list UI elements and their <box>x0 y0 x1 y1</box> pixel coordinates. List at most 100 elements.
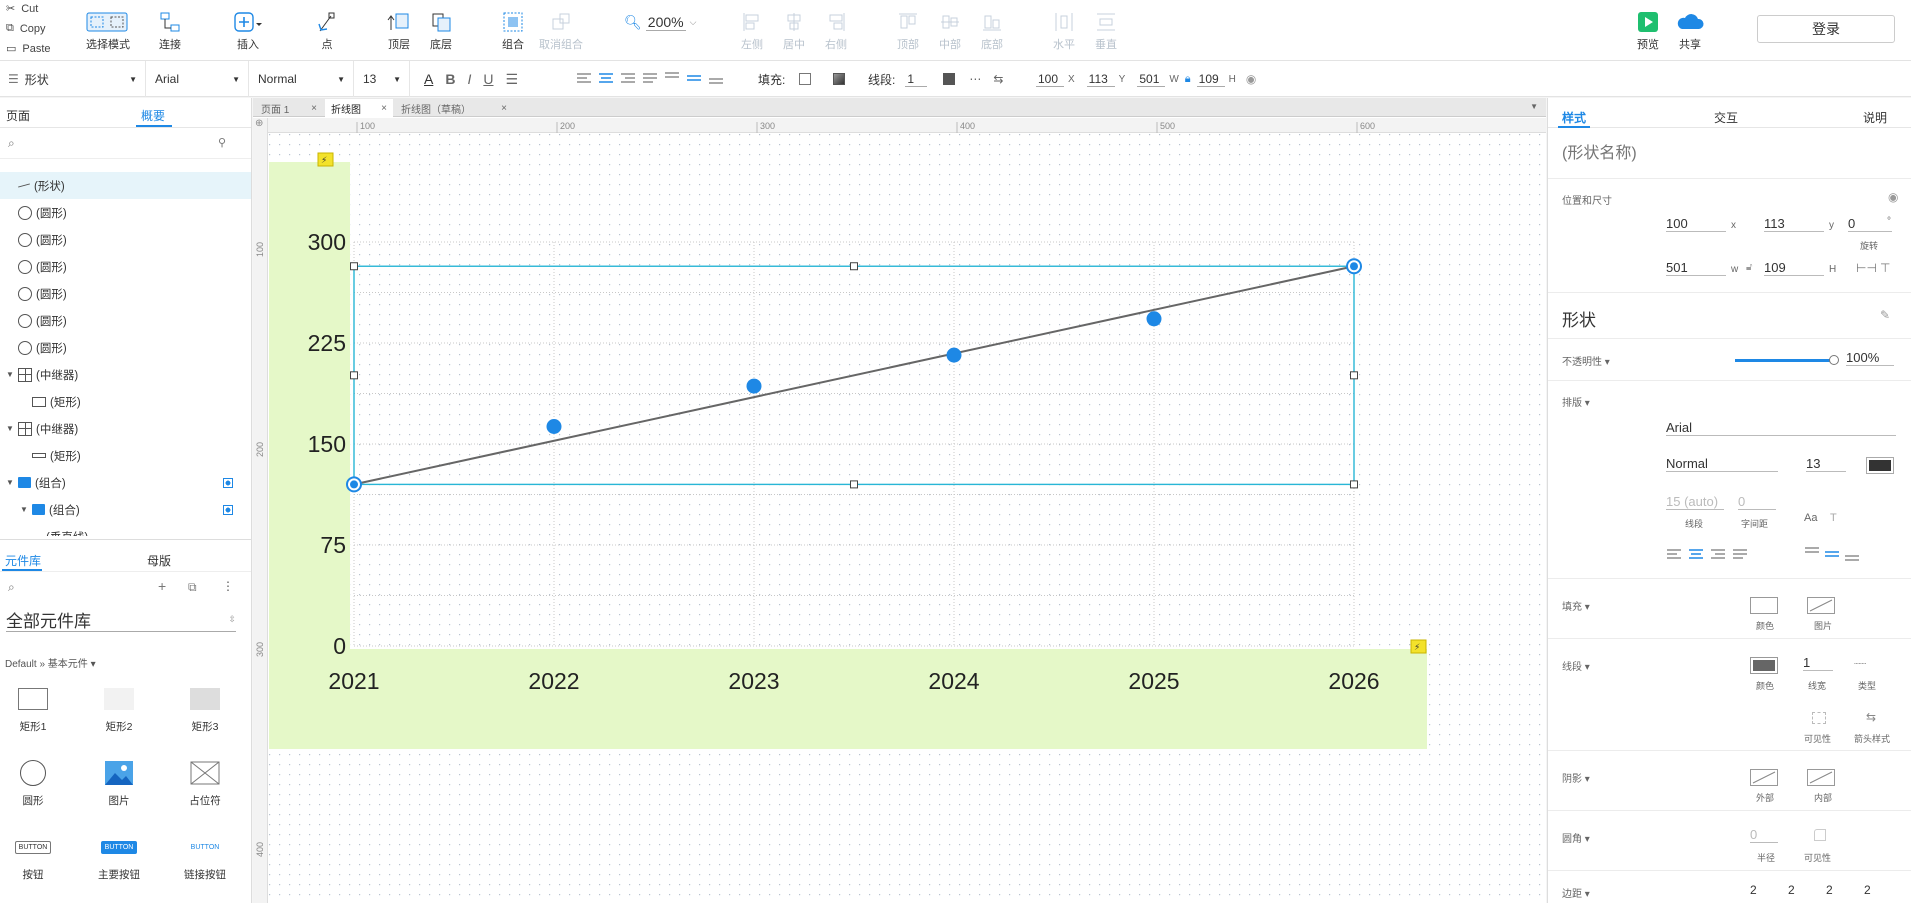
outline-item[interactable]: (圆形) <box>0 307 251 334</box>
valign-top-icon[interactable] <box>664 71 680 88</box>
outline-item[interactable]: (矩形) <box>0 442 251 469</box>
fit-width-icon[interactable]: ⊢⊣ <box>1856 261 1877 275</box>
resize-handle[interactable] <box>350 262 358 271</box>
align-center-text-icon[interactable] <box>1688 548 1704 563</box>
corner-radius-input[interactable]: 0 <box>1750 827 1778 843</box>
eye-icon[interactable]: ◉ <box>1246 72 1256 86</box>
font-color-swatch[interactable] <box>1866 457 1894 474</box>
weight-select[interactable]: Normal ▼ <box>250 61 354 97</box>
outline-item[interactable]: (圆形) <box>0 226 251 253</box>
resize-handle[interactable] <box>850 262 858 271</box>
char-spacing-input[interactable]: 0 <box>1738 494 1776 510</box>
point-button[interactable]: 点 <box>297 8 357 56</box>
arrow-style-icon[interactable]: ⇆ <box>993 72 1003 86</box>
outline-item[interactable]: (圆形) <box>0 199 251 226</box>
library-path[interactable]: Default » 基本元件 ▾ <box>5 655 96 670</box>
h-field[interactable]: 109 <box>1196 72 1225 87</box>
outline-item[interactable]: (垂直线) <box>0 523 251 537</box>
x-input[interactable]: 100 <box>1666 216 1726 232</box>
size-select[interactable]: 13 ▼ <box>355 61 410 97</box>
valign-bottom-icon[interactable] <box>708 71 724 88</box>
select-mode-button[interactable]: 选择模式 <box>78 8 138 56</box>
lock-icon[interactable]: 🔒︎ <box>1185 73 1191 86</box>
stroke-type-icon[interactable]: ┈┈ <box>1854 659 1866 670</box>
tab-outline[interactable]: 概要 <box>141 107 165 124</box>
eye-icon[interactable]: ◉ <box>1888 190 1898 204</box>
distribute-vertical-button[interactable]: 垂直 <box>1076 8 1136 56</box>
library-widget[interactable]: BUTTON 按钮 <box>0 831 73 882</box>
ungroup-button[interactable]: 取消组合 <box>531 8 591 56</box>
copy-button[interactable]: ⧉ Copy <box>6 22 46 35</box>
data-point[interactable] <box>350 480 358 489</box>
library-search-input[interactable] <box>26 579 146 599</box>
library-widget[interactable]: 矩形2 <box>79 683 159 734</box>
expand-caret-icon[interactable]: ▼ <box>6 370 18 379</box>
send-to-back-button[interactable]: 底层 <box>411 8 471 56</box>
valign-middle-icon[interactable] <box>686 71 702 88</box>
outline-item[interactable]: ▼ (中继器) <box>0 415 251 442</box>
data-point[interactable] <box>946 347 962 363</box>
outline-item[interactable]: ▼ (组合) <box>0 496 251 523</box>
x-axis-panel[interactable] <box>350 649 1427 749</box>
data-point[interactable] <box>746 378 762 394</box>
arrow-style-icon[interactable]: ⇆ <box>1866 710 1876 724</box>
italic-icon[interactable]: I <box>467 71 471 87</box>
library-widget[interactable]: 圆形 <box>0 757 73 808</box>
connect-button[interactable]: 连接 <box>140 8 200 56</box>
library-widget[interactable]: 图片 <box>79 757 159 808</box>
resize-handle[interactable] <box>1350 371 1358 380</box>
align-right-text-icon[interactable] <box>1710 548 1726 563</box>
tab-interactions[interactable]: 交互 <box>1714 109 1738 126</box>
padding-right-input[interactable]: 2 <box>1826 883 1833 897</box>
edit-style-icon[interactable]: ✎ <box>1880 308 1890 322</box>
valign-middle-icon[interactable] <box>1824 546 1840 565</box>
cut-button[interactable]: ✂ Cut <box>6 2 38 16</box>
height-input[interactable]: 109 <box>1764 260 1824 276</box>
fill-image-swatch[interactable] <box>1807 597 1835 614</box>
align-center-text-icon[interactable] <box>598 72 614 87</box>
resize-handle[interactable] <box>350 371 358 380</box>
library-select[interactable]: 全部元件库 ⇳ <box>6 608 236 632</box>
align-bottom-button[interactable]: 底部 <box>962 8 1022 56</box>
valign-top-icon[interactable] <box>1804 546 1820 565</box>
list-icon[interactable]: ☰ <box>505 71 518 88</box>
stroke-color-swatch[interactable] <box>1750 657 1778 674</box>
fill-color-swatch[interactable] <box>1750 597 1778 614</box>
share-button[interactable]: 共享 <box>1660 8 1720 56</box>
library-widget[interactable]: 占位符 <box>165 757 245 808</box>
visibility-icon[interactable] <box>1812 712 1826 724</box>
stroke-width-input[interactable]: 1 <box>1803 655 1833 671</box>
font-family-select[interactable]: Arial <box>1666 420 1896 436</box>
tab-style[interactable]: 样式 <box>1562 109 1586 126</box>
text-case-icon[interactable]: Aa <box>1804 512 1817 524</box>
font-color-icon[interactable]: A <box>424 71 433 87</box>
align-right-text-icon[interactable] <box>620 72 636 87</box>
outline-item[interactable]: (形状) <box>0 172 251 199</box>
padding-bottom-input[interactable]: 2 <box>1864 883 1871 897</box>
resize-handle[interactable] <box>850 480 858 489</box>
inner-shadow-swatch[interactable] <box>1807 769 1835 786</box>
outer-shadow-swatch[interactable] <box>1750 769 1778 786</box>
tab-notes[interactable]: 说明 <box>1863 109 1887 126</box>
tab-masters[interactable]: 母版 <box>147 552 171 569</box>
opacity-slider[interactable] <box>1735 359 1835 362</box>
align-left-text-icon[interactable] <box>576 72 592 87</box>
justify-text-icon[interactable] <box>642 72 658 87</box>
outline-item[interactable]: ▼ (中继器) <box>0 361 251 388</box>
copy-library-icon[interactable]: ⧉ <box>188 580 197 595</box>
padding-top-input[interactable]: 2 <box>1788 883 1795 897</box>
library-widget[interactable]: BUTTON 链接按钮 <box>165 831 245 882</box>
outline-item[interactable]: (圆形) <box>0 253 251 280</box>
tab-pages[interactable]: 页面 <box>6 107 30 124</box>
valign-bottom-icon[interactable] <box>1844 546 1860 565</box>
corner-visibility-icon[interactable] <box>1814 829 1826 841</box>
style-select[interactable]: ☰ 形状 ▼ <box>0 61 146 97</box>
align-left-text-icon[interactable] <box>1666 548 1682 563</box>
stroke-color-swatch[interactable] <box>943 73 956 85</box>
justify-text-icon[interactable] <box>1732 548 1748 563</box>
data-point[interactable] <box>546 418 562 434</box>
outline-item[interactable]: (圆形) <box>0 280 251 307</box>
outline-item[interactable]: (矩形) <box>0 388 251 415</box>
width-input[interactable]: 501 <box>1666 260 1726 276</box>
align-right-button[interactable]: 右侧 <box>806 8 866 56</box>
